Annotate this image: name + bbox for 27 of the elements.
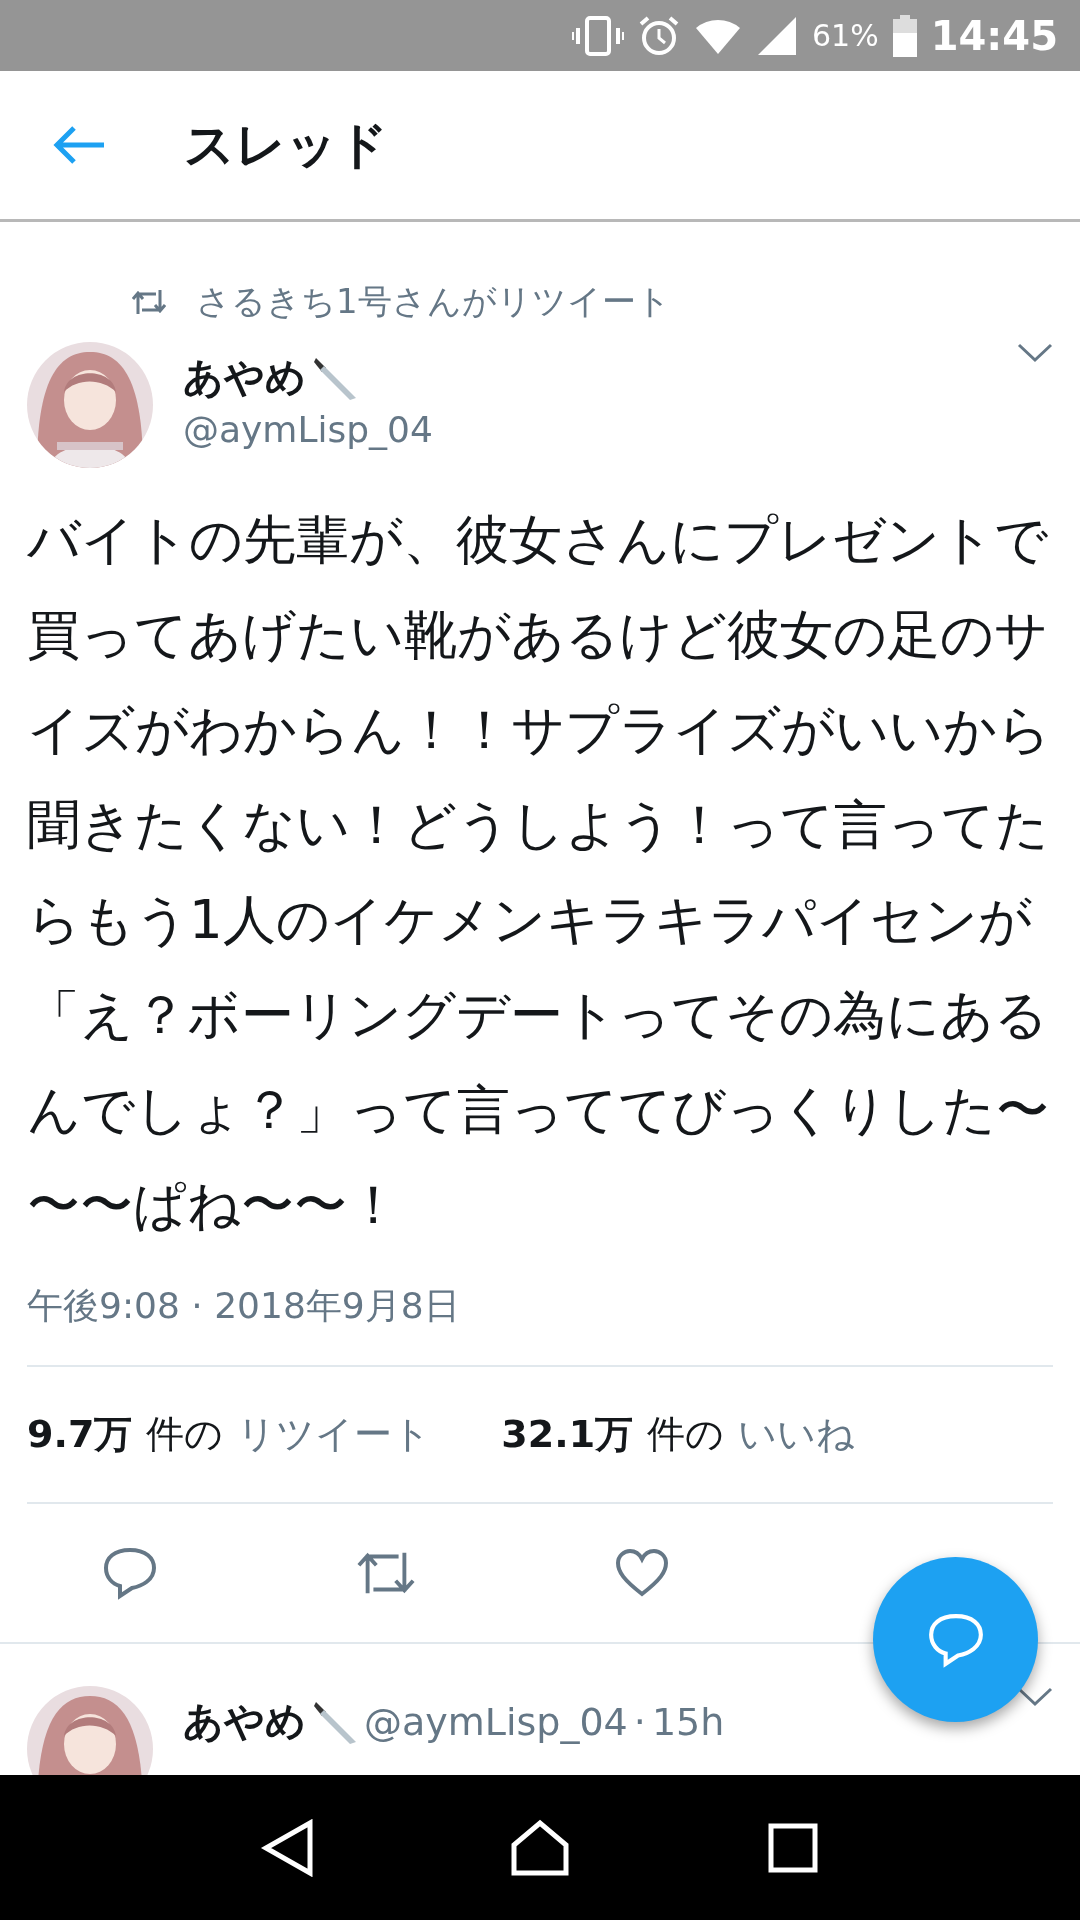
battery-percent: 61% — [812, 18, 879, 53]
user-handle: @aymLisp_04 — [183, 409, 434, 450]
battery-icon — [892, 14, 917, 57]
back-arrow-icon[interactable] — [52, 124, 106, 166]
stat-count: 9.7万 — [27, 1411, 133, 1458]
retweeted-by-text: さるきち1号さんがリツイート — [196, 280, 671, 323]
user-handle: @aymLisp_04 — [364, 1699, 628, 1744]
tweet-timestamp: 午後9:08 · 2018年9月8日 — [27, 1282, 1053, 1367]
stat-unit: 件の — [146, 1411, 224, 1458]
user-name: あやめ — [183, 353, 306, 402]
chevron-down-icon[interactable] — [1017, 342, 1053, 364]
stat-label[interactable]: いいね — [738, 1409, 856, 1460]
tweet-text: バイトの先輩が、彼女さんにプレゼントで買ってあげたい靴があるけど彼女の足のサイズがわからん！！サプライズがいいから聞きたくない！どうしよう！って言ってたらもう1人のイケメンキラキラパイセンが「え？ボーリングデートってその為にあるんでしょ？」って言っててびっくりした〜〜〜ぱね〜〜！ — [27, 508, 1052, 1237]
stat-count: 32.1万 — [501, 1411, 634, 1458]
reply-time: 15h — [651, 1699, 725, 1744]
alarm-icon — [638, 14, 680, 57]
separator-dot: · — [633, 1699, 646, 1744]
retweet-icon — [132, 288, 166, 316]
compose-reply-button[interactable] — [873, 1557, 1038, 1722]
speech-bubble-icon — [926, 1611, 985, 1668]
page-title: スレッド — [184, 114, 388, 176]
clock-time: 14:45 — [930, 12, 1058, 59]
stat-label[interactable]: リツイート — [237, 1409, 432, 1460]
user-name: あやめ — [183, 1697, 306, 1746]
stat-unit: 件の — [647, 1411, 725, 1458]
chevron-down-icon[interactable] — [1017, 1686, 1053, 1708]
vibrate-icon — [572, 15, 624, 56]
